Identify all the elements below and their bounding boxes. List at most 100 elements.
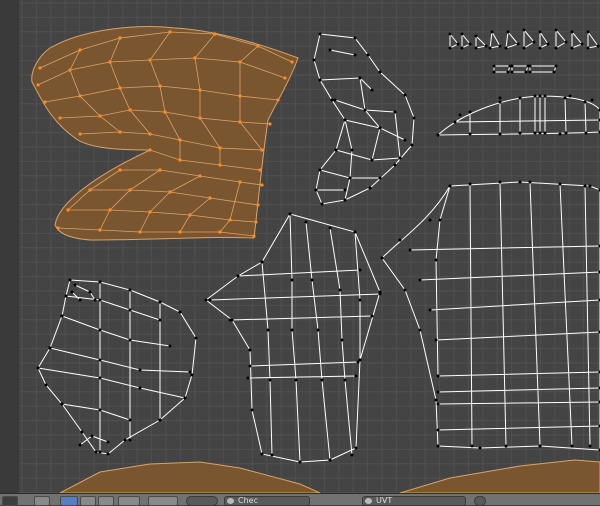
uv-vertex bbox=[449, 33, 452, 36]
uv-vertex bbox=[399, 157, 402, 160]
uv-vertex bbox=[539, 445, 542, 448]
uv-island-left-shell[interactable] bbox=[38, 280, 196, 454]
uv-vertex bbox=[159, 419, 162, 422]
uv-vertex bbox=[404, 94, 407, 97]
uv-vertex bbox=[321, 379, 324, 382]
uv-vertex bbox=[499, 133, 502, 136]
uv-vertex bbox=[61, 403, 64, 406]
uv-vertex bbox=[61, 315, 64, 318]
uv-vertex-selected bbox=[108, 208, 111, 211]
uv-vertex-selected bbox=[68, 68, 71, 71]
uv-vertex bbox=[475, 35, 478, 38]
uv-vertex bbox=[471, 445, 474, 448]
uv-vertex bbox=[591, 99, 594, 102]
uv-vertex bbox=[569, 95, 572, 98]
uv-vertex-selected bbox=[218, 230, 221, 233]
uv-vertex-selected bbox=[198, 116, 201, 119]
uv-vertex-selected bbox=[78, 48, 81, 51]
uv-vertex bbox=[534, 132, 537, 135]
uv-vertex-selected bbox=[118, 36, 121, 39]
uv-island-selected-bottom[interactable] bbox=[60, 460, 600, 493]
uv-vertex bbox=[499, 181, 502, 184]
uv-vertex bbox=[555, 65, 558, 68]
uv-vertex bbox=[291, 279, 294, 282]
uv-vertex bbox=[305, 221, 308, 224]
uv-vertex bbox=[107, 441, 110, 444]
uv-vertex bbox=[584, 185, 587, 188]
uv-vertex-selected bbox=[88, 188, 91, 191]
uv-vertex bbox=[411, 144, 414, 147]
uv-vertex bbox=[371, 89, 374, 92]
uv-island-small-bits[interactable] bbox=[450, 30, 598, 72]
uv-vertex-selected bbox=[238, 180, 241, 183]
uv-vertex bbox=[139, 387, 142, 390]
uv-vertex bbox=[74, 284, 77, 287]
uv-vertex bbox=[367, 54, 370, 57]
uv-island-selected-curve[interactable] bbox=[32, 27, 298, 240]
uv-vertex-selected bbox=[260, 183, 263, 186]
uv-vertex bbox=[539, 95, 542, 98]
uv-vertex bbox=[159, 301, 162, 304]
uv-island-middle-shell[interactable] bbox=[206, 214, 380, 462]
uv-vertex bbox=[507, 71, 510, 74]
uv-vertex bbox=[249, 349, 252, 352]
uv-canvas[interactable] bbox=[0, 0, 600, 493]
uv-vertex-selected bbox=[158, 168, 161, 171]
uv-vertex-selected bbox=[36, 83, 39, 86]
uv-vertex bbox=[359, 299, 362, 302]
uv-vertex bbox=[419, 279, 422, 282]
uv-vertex bbox=[249, 365, 252, 368]
uv-vertex bbox=[485, 45, 488, 48]
uv-vertex bbox=[371, 315, 374, 318]
uv-vertex bbox=[319, 79, 322, 82]
uv-vertex bbox=[329, 227, 332, 230]
uv-vertex-selected bbox=[268, 122, 271, 125]
uv-vertex bbox=[45, 384, 48, 387]
uv-vertex bbox=[534, 95, 537, 98]
uv-vertex bbox=[341, 339, 344, 342]
uv-vertex bbox=[129, 439, 132, 442]
uv-vertex bbox=[587, 31, 590, 34]
uv-vertex bbox=[349, 177, 352, 180]
uv-vertex-selected bbox=[56, 226, 59, 229]
uv-island-right-shell[interactable] bbox=[382, 182, 600, 450]
uv-vertex bbox=[439, 219, 442, 222]
uv-vertex bbox=[437, 429, 440, 432]
uv-vertex bbox=[159, 319, 162, 322]
uv-vertex bbox=[507, 31, 510, 34]
uv-vertex bbox=[517, 43, 520, 46]
uv-vertex bbox=[437, 403, 440, 406]
uv-vertex bbox=[295, 379, 298, 382]
uv-vertex bbox=[191, 374, 194, 377]
uv-vertex bbox=[499, 97, 502, 100]
uv-vertex bbox=[311, 279, 314, 282]
uv-vertex bbox=[505, 445, 508, 448]
uv-vertex bbox=[479, 447, 482, 450]
uv-vertex bbox=[291, 329, 294, 332]
uv-vertex bbox=[379, 293, 382, 296]
uv-vertex-selected bbox=[256, 44, 259, 47]
uv-island-sliver[interactable] bbox=[438, 96, 600, 135]
uv-vertex-selected bbox=[213, 32, 216, 35]
uv-map-selector-value: UVT bbox=[376, 496, 392, 505]
uv-vertex bbox=[547, 43, 550, 46]
uv-vertex bbox=[519, 181, 522, 184]
uv-vertex-selected bbox=[258, 168, 261, 171]
uv-editor-viewport[interactable] bbox=[0, 0, 600, 493]
uv-vertex bbox=[351, 149, 354, 152]
uv-vertex bbox=[124, 439, 127, 442]
uv-vertex-selected bbox=[198, 88, 201, 91]
uv-vertex-selected bbox=[128, 188, 131, 191]
uv-vertex-selected bbox=[178, 138, 181, 141]
uv-vertex bbox=[475, 47, 478, 50]
uv-vertex bbox=[469, 111, 472, 114]
uv-island-leg[interactable] bbox=[314, 34, 414, 204]
uv-vertex bbox=[91, 435, 94, 438]
uv-vertex-selected bbox=[198, 174, 201, 177]
uv-vertex bbox=[544, 95, 547, 98]
uv-vertex bbox=[379, 71, 382, 74]
uv-vertex bbox=[589, 445, 592, 448]
uv-vertex bbox=[413, 117, 416, 120]
uv-vertex bbox=[107, 453, 110, 456]
uv-vertex-selected bbox=[98, 114, 101, 117]
